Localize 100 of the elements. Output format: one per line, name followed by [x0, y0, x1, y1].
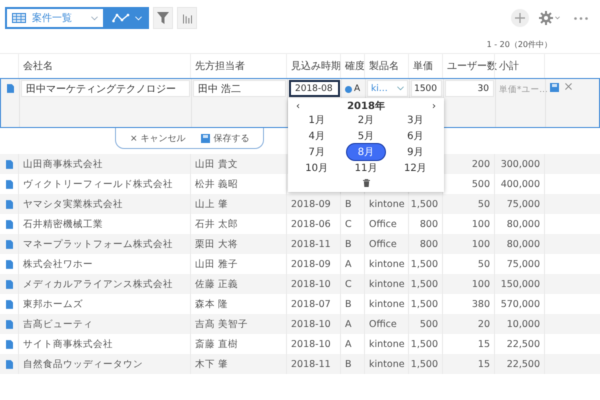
table-cell: 20 [478, 318, 490, 330]
table-cell: 10,000 [506, 318, 540, 330]
table-cell: 150,000 [500, 278, 540, 290]
table-cell: 2018-09 [291, 258, 331, 270]
table-cell: 吉髙 美智子 [195, 318, 248, 330]
close-icon [565, 83, 572, 90]
table-cell: kintone [369, 358, 405, 370]
date-field[interactable]: 2018-08 [289, 80, 340, 97]
table-cell: 200 [472, 158, 490, 170]
close-button[interactable] [565, 83, 572, 90]
previous-year-button[interactable]: ‹ [292, 100, 304, 112]
document-icon[interactable] [6, 220, 12, 228]
table-cell: 株式会社ワホー [23, 258, 93, 270]
month-option[interactable]: 3月 [396, 112, 434, 128]
next-year-button[interactable]: › [428, 100, 440, 112]
save-button[interactable]: 保存する [195, 132, 256, 144]
settings-button[interactable] [539, 11, 560, 25]
table-cell: 東邦ホームズ [23, 298, 83, 310]
table-cell: サイト商事株式会社 [23, 338, 113, 350]
table-cell: 50 [478, 198, 490, 210]
month-option[interactable]: 5月 [347, 128, 385, 144]
table-cell: 2018-07 [291, 298, 331, 310]
table-cell: 斎藤 直樹 [195, 338, 238, 350]
document-icon [6, 84, 14, 93]
table-cell: 100 [472, 238, 490, 250]
month-option[interactable]: 2月 [347, 112, 385, 128]
document-icon[interactable] [6, 180, 12, 188]
document-icon[interactable] [6, 300, 12, 308]
price-field[interactable]: 1500 [411, 80, 442, 97]
contact-field[interactable]: 田中 浩二 [193, 80, 286, 97]
table-cell: kintone [369, 278, 405, 290]
document-icon[interactable] [6, 260, 12, 268]
document-icon[interactable] [6, 240, 12, 248]
company-field[interactable]: 田中マーケティングテクノロジー [21, 80, 190, 97]
table-cell: 1,500 [410, 278, 438, 290]
subtotal-formula: 単価*ユー… [498, 84, 549, 97]
month-option[interactable]: 12月 [396, 160, 434, 176]
settings-icon [539, 11, 553, 25]
table-cell: 22,500 [506, 338, 540, 350]
table-cell: 80,000 [506, 238, 540, 250]
line-graph-icon [112, 13, 130, 23]
table-cell: 栗田 大将 [195, 238, 238, 250]
document-icon[interactable] [6, 320, 12, 328]
graph-button[interactable] [105, 7, 149, 29]
month-option[interactable]: 8月 [347, 144, 385, 160]
users-field[interactable]: 30 [445, 80, 494, 97]
table-cell: 2018-11 [291, 358, 331, 370]
view-selector[interactable]: 案件一覧 [5, 7, 105, 29]
table-cell: A [345, 338, 352, 350]
table-cell: 100 [472, 218, 490, 230]
document-icon[interactable] [6, 200, 12, 208]
table-cell: 1,500 [410, 298, 438, 310]
month-option[interactable]: 9月 [396, 144, 434, 160]
table-cell: B [345, 358, 352, 370]
filter-button[interactable] [153, 7, 173, 29]
table-cell: マネープラットフォーム株式会社 [23, 238, 173, 250]
table-cell: 2018-06 [291, 218, 331, 230]
document-icon[interactable] [6, 360, 12, 368]
document-icon[interactable] [6, 340, 12, 348]
table-cell: B [345, 238, 352, 250]
document-icon[interactable] [6, 160, 12, 168]
cancel-button[interactable]: × キャンセル [124, 132, 192, 144]
table-cell: A [345, 318, 352, 330]
table-cell: kintone [369, 258, 405, 270]
pager-text: 1 - 20（20件中） [486, 40, 552, 49]
table-cell: 吉髙ビューティ [23, 318, 93, 330]
month-option[interactable]: 11月 [347, 160, 385, 176]
table-cell: 山田商事株式会社 [23, 158, 103, 170]
clear-button[interactable] [362, 178, 370, 186]
plus-icon [515, 13, 525, 23]
save-row-button[interactable] [550, 83, 559, 92]
product-select[interactable]: ki… [367, 80, 408, 97]
radio-button[interactable] [345, 86, 352, 92]
month-option[interactable]: 6月 [396, 128, 434, 144]
chart-button[interactable] [177, 7, 197, 29]
table-cell: 山上 肇 [195, 198, 228, 210]
table-cell: 2018-10 [291, 338, 331, 350]
table-cell: 佐藤 正義 [195, 278, 238, 290]
table-cell: 森本 隆 [195, 298, 228, 310]
filter-icon [157, 12, 169, 24]
table-cell: 2018-10 [291, 278, 331, 290]
table-cell: 1,500 [410, 338, 438, 350]
table-cell: kintone [369, 298, 405, 310]
table-cell: 300,000 [500, 158, 540, 170]
table-cell: Office [369, 238, 397, 250]
month-option[interactable]: 10月 [298, 160, 336, 176]
chevron-icon [135, 16, 142, 20]
table-cell: 2018-11 [291, 238, 331, 250]
radio-label: A [354, 84, 360, 94]
table-cell: ヴィクトリーフィールド株式会社 [23, 178, 173, 190]
table-cell: 自然食品ウッディータウン [23, 358, 143, 370]
month-option[interactable]: 7月 [298, 144, 336, 160]
table-cell: 75,000 [506, 258, 540, 270]
add-button[interactable] [511, 9, 529, 27]
document-icon[interactable] [6, 280, 12, 288]
chevron-icon [91, 16, 98, 20]
more-icon [574, 16, 588, 20]
save-icon [201, 134, 210, 142]
month-option[interactable]: 1月 [298, 112, 336, 128]
month-option[interactable]: 4月 [298, 128, 336, 144]
